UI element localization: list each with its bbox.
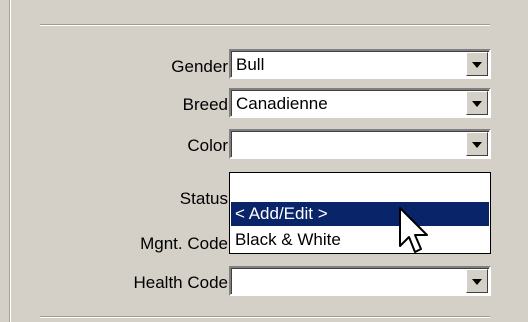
breed-value: Canadienne [236, 94, 328, 113]
color-combobox[interactable] [229, 129, 491, 159]
gender-combobox[interactable]: Bull [229, 49, 491, 79]
breed-combobox[interactable]: Canadienne [229, 88, 491, 118]
breed-label: Breed [182, 95, 228, 114]
health-code-combobox[interactable] [229, 266, 491, 296]
breed-dropdown-button[interactable] [466, 91, 488, 115]
color-dropdown-list[interactable]: < Add/Edit > Black & White [229, 172, 491, 254]
color-label: Color [187, 136, 228, 155]
group-separator-top [40, 24, 490, 26]
health-code-dropdown-button[interactable] [466, 269, 488, 293]
status-label: Status [179, 189, 228, 208]
group-separator-bottom [40, 316, 490, 318]
gender-value: Bull [236, 55, 265, 74]
mgnt-code-label: Mgnt. Code [140, 234, 228, 253]
health-code-label: Health Code [133, 273, 228, 292]
dropdown-option-black-white[interactable]: Black & White [231, 228, 489, 252]
color-dropdown-button[interactable] [466, 132, 488, 156]
gender-dropdown-button[interactable] [466, 52, 488, 76]
gender-label: Gender [171, 57, 228, 76]
mouse-pointer-icon [399, 207, 428, 253]
dropdown-option-blank[interactable] [231, 175, 489, 199]
dropdown-option-add-edit[interactable]: < Add/Edit > [231, 202, 489, 226]
window-left-border [0, 0, 11, 322]
